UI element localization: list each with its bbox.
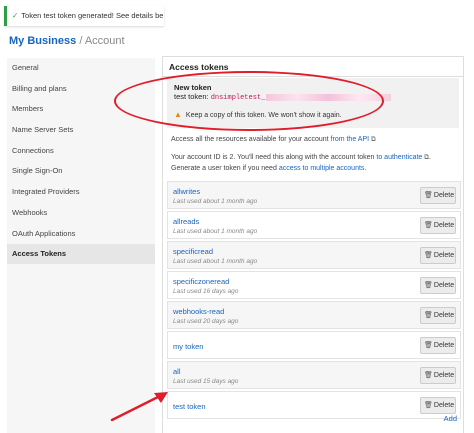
token-name-link[interactable]: specificzoneread <box>173 277 229 286</box>
trash-icon: 🗑 <box>424 282 433 289</box>
token-name-link[interactable]: allwrites <box>173 187 200 196</box>
panel-title: Access tokens <box>163 57 463 77</box>
token-redaction <box>266 93 392 101</box>
token-name-link[interactable]: my token <box>173 342 203 351</box>
sidebar-item-connections[interactable]: Connections <box>7 141 155 161</box>
sidebar-item-webhooks[interactable]: Webhooks <box>7 203 155 223</box>
delete-button[interactable]: 🗑Delete <box>420 247 456 264</box>
sidebar-item-sso[interactable]: Single Sign-On <box>7 161 155 181</box>
add-token-link[interactable]: Add <box>444 414 457 423</box>
new-token-value[interactable]: dnsimpletest_ <box>211 94 266 102</box>
delete-button[interactable]: 🗑Delete <box>420 307 456 324</box>
delete-label: Delete <box>433 342 455 349</box>
account-id-text: Your account ID is 2. You'll need this a… <box>171 154 375 161</box>
new-token-box: New token test token: dnsimpletest_ ▲ Kee… <box>167 78 459 128</box>
delete-label: Delete <box>433 402 455 409</box>
delete-button[interactable]: 🗑Delete <box>420 397 456 414</box>
authenticate-link[interactable]: to authenticate <box>376 154 422 161</box>
account-id-info: Your account ID is 2. You'll need this a… <box>171 152 459 174</box>
delete-button[interactable]: 🗑Delete <box>420 337 456 354</box>
api-info: Access all the resources available for y… <box>171 136 376 144</box>
token-last-used: Last used about 1 month ago <box>173 228 258 235</box>
new-token-title: New token <box>174 83 212 92</box>
token-row: specificread Last used about 1 month ago… <box>167 241 461 269</box>
token-row: all Last used 15 days ago 🗑Delete <box>167 361 461 389</box>
external-link-icon: ⧉ <box>371 136 376 143</box>
breadcrumb: My Business / Account <box>9 35 125 47</box>
token-warning-text: Keep a copy of this token. We won't show… <box>185 112 342 119</box>
delete-label: Delete <box>433 372 455 379</box>
token-last-used: Last used 15 days ago <box>173 378 239 385</box>
sidebar-item-integrated-providers[interactable]: Integrated Providers <box>7 182 155 202</box>
multiple-accounts-link[interactable]: access to multiple accounts <box>279 165 365 172</box>
sidebar-item-general[interactable]: General <box>7 58 155 78</box>
token-last-used: Last used about 1 month ago <box>173 258 258 265</box>
trash-icon: 🗑 <box>424 252 433 259</box>
delete-button[interactable]: 🗑Delete <box>420 217 456 234</box>
delete-label: Delete <box>433 222 455 229</box>
check-icon: ✓ <box>12 11 19 20</box>
token-last-used: Last used 16 days ago <box>173 288 239 295</box>
sidebar-item-members[interactable]: Members <box>7 99 155 119</box>
sidebar-item-name-server-sets[interactable]: Name Server Sets <box>7 120 155 140</box>
delete-button[interactable]: 🗑Delete <box>420 277 456 294</box>
trash-icon: 🗑 <box>424 342 433 349</box>
trash-icon: 🗑 <box>424 222 433 229</box>
trash-icon: 🗑 <box>424 192 433 199</box>
token-row: allwrites Last used about 1 month ago 🗑D… <box>167 181 461 209</box>
delete-button[interactable]: 🗑Delete <box>420 367 456 384</box>
trash-icon: 🗑 <box>424 312 433 319</box>
token-row: specificzoneread Last used 16 days ago 🗑… <box>167 271 461 299</box>
token-row: allreads Last used about 1 month ago 🗑De… <box>167 211 461 239</box>
from-api-link[interactable]: from the API <box>331 136 370 143</box>
delete-label: Delete <box>433 252 455 259</box>
sidebar-item-oauth-applications[interactable]: OAuth Applications <box>7 224 155 244</box>
delete-label: Delete <box>433 192 455 199</box>
breadcrumb-separator: / <box>79 35 83 47</box>
token-name-link[interactable]: allreads <box>173 217 199 226</box>
sidebar-item-billing[interactable]: Billing and plans <box>7 79 155 99</box>
account-id-text-end: . <box>364 165 367 172</box>
sidebar-nav: General Billing and plans Members Name S… <box>7 58 155 265</box>
breadcrumb-current: Account <box>84 35 125 47</box>
api-info-text: Access all the resources available for y… <box>171 136 329 143</box>
token-list: allwrites Last used about 1 month ago 🗑D… <box>167 181 461 421</box>
success-flash: ✓ Token test token generated! See details… <box>4 6 164 26</box>
trash-icon: 🗑 <box>424 402 433 409</box>
warning-icon: ▲ <box>174 110 182 119</box>
new-token-line: test token: dnsimpletest_ <box>174 92 392 102</box>
token-last-used: Last used 20 days ago <box>173 318 239 325</box>
token-name-link[interactable]: test token <box>173 402 206 411</box>
flash-message: Token test token generated! See details … <box>21 11 164 20</box>
delete-button[interactable]: 🗑Delete <box>420 187 456 204</box>
access-tokens-panel: Access tokens New token test token: dnsi… <box>162 56 464 433</box>
token-name-link[interactable]: specificread <box>173 247 213 256</box>
token-name-link[interactable]: all <box>173 367 181 376</box>
token-last-used: Last used about 1 month ago <box>173 198 258 205</box>
token-name-link[interactable]: webhooks-read <box>173 307 224 316</box>
new-token-label: test token: <box>174 92 209 101</box>
trash-icon: 🗑 <box>424 372 433 379</box>
business-name-link[interactable]: My Business <box>9 35 76 47</box>
token-row: webhooks-read Last used 20 days ago 🗑Del… <box>167 301 461 329</box>
token-row: test token 🗑Delete <box>167 391 461 419</box>
token-row: my token 🗑Delete <box>167 331 461 359</box>
delete-label: Delete <box>433 312 455 319</box>
token-warning: ▲ Keep a copy of this token. We won't sho… <box>174 110 342 119</box>
sidebar-item-access-tokens[interactable]: Access Tokens <box>7 244 155 265</box>
delete-label: Delete <box>433 282 455 289</box>
